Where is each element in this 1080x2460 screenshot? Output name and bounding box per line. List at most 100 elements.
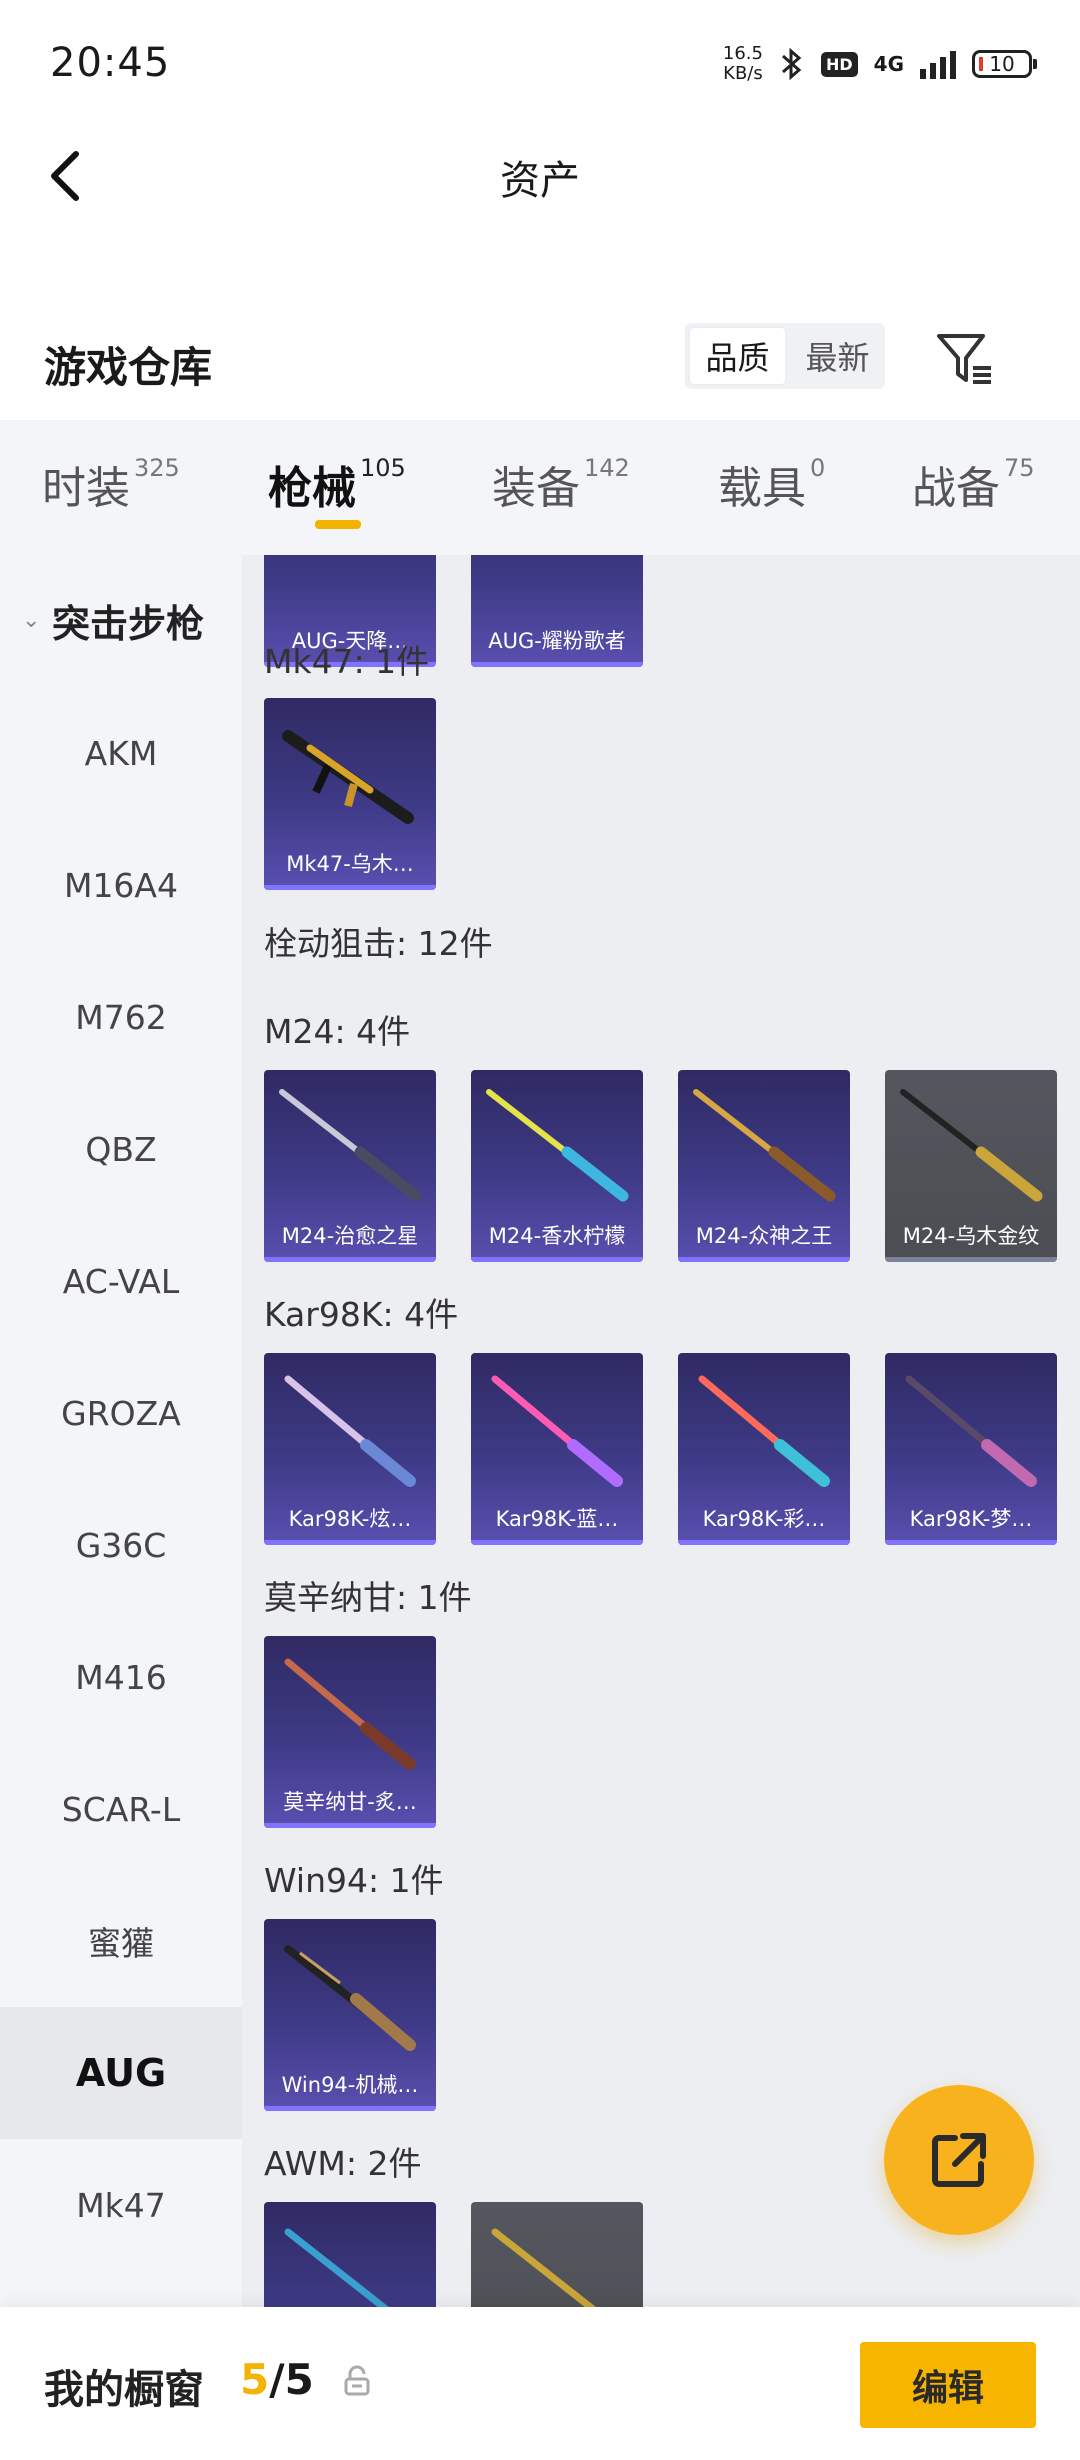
tab-count: 105 [360, 454, 406, 482]
tab-count: 325 [134, 454, 180, 482]
network-speed-unit: KB/s [723, 63, 763, 84]
weapon-card[interactable]: Mk47-乌木… [264, 698, 436, 890]
filter-icon[interactable] [935, 328, 995, 388]
card-rarity-bar [264, 1540, 436, 1545]
weapon-card-name: Kar98K-炫… [288, 1507, 412, 1531]
sort-quality-button[interactable]: 品质 [688, 326, 787, 386]
bottom-bar: 我的橱窗 5/5 编辑 [0, 2307, 1080, 2460]
network-speed-value: 16.5 [722, 43, 763, 64]
tab-equipment[interactable]: 装备 142 [492, 452, 630, 516]
card-rarity-bar [264, 1257, 436, 1262]
sidebar-item-m416[interactable]: M416 [0, 1611, 242, 1743]
weapon-card[interactable]: M24-乌木金纹 [885, 1070, 1057, 1262]
lever-rifle-icon [284, 1945, 416, 2051]
card-rarity-bar [471, 1540, 643, 1545]
weapon-sidebar: ⌄ 突击步枪 AKM M16A4 M762 QBZ AC-VAL GROZA G… [0, 555, 242, 2307]
weapon-card-name: M24-乌木金纹 [902, 1224, 1040, 1248]
share-icon [932, 2133, 986, 2187]
battery-level: 10 [989, 52, 1015, 76]
top-bar: 资产 [0, 130, 1080, 220]
network-type: 4G [873, 52, 904, 76]
sidebar-item-aug[interactable]: AUG [0, 2007, 242, 2139]
sidebar-item-ac-val[interactable]: AC-VAL [0, 1215, 242, 1347]
sidebar-item-groza[interactable]: GROZA [0, 1347, 242, 1479]
bolt-rifle-icon [284, 1375, 416, 1487]
weapon-card[interactable]: AUG-耀粉歌者 [471, 555, 643, 667]
tab-label: 枪械 [268, 463, 356, 514]
weapon-card-name: M24-香水柠檬 [488, 1224, 626, 1248]
weapon-grid: AUG-天降… AUG-耀粉歌者 Mk47: 1件 Mk47-乌木… 栓动狙击:… [242, 555, 1080, 2307]
active-tab-indicator [315, 520, 361, 529]
sidebar-item-scar-l[interactable]: SCAR-L [0, 1743, 242, 1875]
battery-icon: 10 [972, 50, 1037, 78]
group-label: 栓动狙击: 12件 [264, 924, 493, 963]
group-label: Kar98K: 4件 [264, 1295, 459, 1334]
tab-supplies[interactable]: 战备 75 [912, 452, 1035, 516]
lock-icon [344, 2365, 370, 2396]
sidebar-item-honey-badger[interactable]: 蜜獾 [0, 1875, 242, 2007]
sidebar-item-m762[interactable]: M762 [0, 951, 242, 1083]
card-rarity-bar [885, 1257, 1057, 1262]
weapon-card[interactable]: M24-香水柠檬 [471, 1070, 643, 1262]
sniper-rifle-icon [491, 2228, 596, 2307]
sidebar-item-g36c[interactable]: G36C [0, 1479, 242, 1611]
weapon-card[interactable]: Win94-机械… [264, 1919, 436, 2111]
card-rarity-bar [264, 885, 436, 890]
weapon-card-name: Mk47-乌木… [286, 852, 414, 876]
sidebar-item-akm[interactable]: AKM [0, 687, 242, 819]
bluetooth-icon [781, 47, 802, 81]
sidebar-category-label: 突击步枪 [52, 601, 205, 646]
sort-toggle: 品质 最新 [685, 323, 885, 389]
weapon-card[interactable]: M24-治愈之星 [264, 1070, 436, 1262]
edit-button[interactable]: 编辑 [860, 2342, 1036, 2428]
card-rarity-bar [264, 2106, 436, 2111]
weapon-card[interactable]: M24-众神之王 [678, 1070, 850, 1262]
weapon-card[interactable]: 莫辛纳甘-炙… [264, 1636, 436, 1828]
sidebar-item-qbz[interactable]: QBZ [0, 1083, 242, 1215]
hd-badge: HD [820, 51, 858, 77]
weapon-card-name: M24-治愈之星 [281, 1224, 419, 1248]
card-rarity-bar [264, 1823, 436, 1828]
weapon-card-name: M24-众神之王 [695, 1224, 833, 1248]
tab-count: 0 [810, 454, 826, 482]
weapon-card[interactable]: Kar98K-蓝… [471, 1353, 643, 1545]
weapon-card[interactable]: Kar98K-炫… [264, 1353, 436, 1545]
bolt-rifle-icon [698, 1375, 830, 1487]
page-title: 资产 [500, 158, 580, 204]
tab-label: 装备 [492, 463, 580, 514]
weapon-card-name: Kar98K-梦… [909, 1507, 1033, 1531]
sniper-rifle-icon [284, 2228, 389, 2307]
card-rarity-bar [678, 1540, 850, 1545]
tab-weapons[interactable]: 枪械 105 [268, 452, 406, 516]
group-label: Mk47: 1件 [264, 642, 430, 681]
rifle-icon [282, 730, 414, 824]
tab-fashion[interactable]: 时装 325 [42, 452, 180, 516]
tab-label: 载具 [718, 463, 806, 514]
sort-newest-button[interactable]: 最新 [790, 323, 885, 389]
weapon-card[interactable] [471, 2202, 643, 2307]
status-icons: 16.5 KB/s HD 4G 10 [722, 43, 1037, 84]
status-bar: 20:45 16.5 KB/s HD 4G 10 [0, 0, 1080, 130]
share-button[interactable] [884, 2085, 1034, 2235]
weapon-card[interactable]: Kar98K-梦… [885, 1353, 1057, 1545]
weapon-card[interactable]: Kar98K-彩… [678, 1353, 850, 1545]
section-title: 游戏仓库 [44, 343, 213, 392]
sniper-rifle-icon [279, 1089, 422, 1202]
showcase-separator: / [269, 2355, 285, 2404]
sidebar-category-header[interactable]: ⌄ 突击步枪 [0, 585, 242, 655]
sidebar-item-m16a4[interactable]: M16A4 [0, 819, 242, 951]
category-tabs: 时装 325 枪械 105 装备 142 载具 0 战备 75 [0, 420, 1080, 555]
sidebar-item-mk47[interactable]: Mk47 [0, 2139, 242, 2271]
status-time: 20:45 [50, 40, 171, 86]
weapon-card[interactable] [264, 2202, 436, 2307]
weapon-card-name: AUG-耀粉歌者 [488, 629, 626, 653]
tab-vehicles[interactable]: 载具 0 [718, 452, 825, 516]
showcase-total: 5 [284, 2355, 314, 2404]
sniper-rifle-icon [693, 1089, 836, 1202]
weapon-card-name: 莫辛纳甘-炙… [283, 1790, 417, 1814]
weapon-card-name: Win94-机械… [281, 2073, 419, 2097]
bolt-rifle-icon [905, 1375, 1037, 1487]
signal-icon [920, 49, 956, 79]
card-rarity-bar [471, 1257, 643, 1262]
group-label: AWM: 2件 [264, 2144, 422, 2183]
